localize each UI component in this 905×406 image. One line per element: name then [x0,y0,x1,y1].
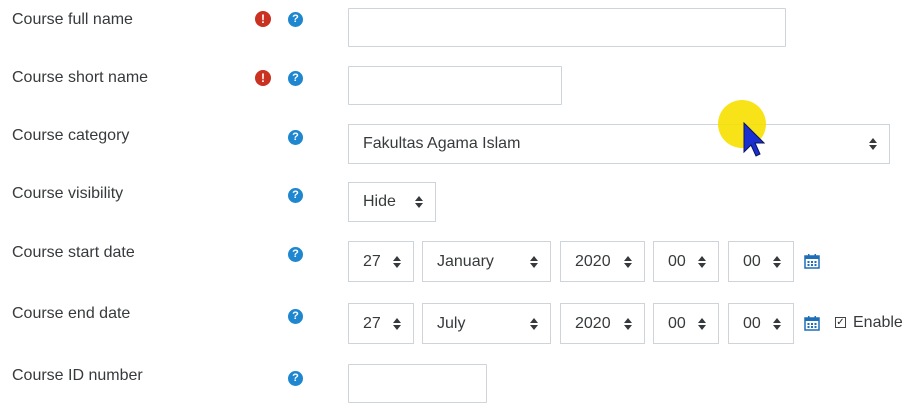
end-month-select[interactable]: July [422,303,551,344]
course-visibility-label: Course visibility [12,185,124,202]
start-hour-select[interactable]: 00 [653,241,719,282]
course-settings-form: Course full name ! ? Course short name !… [0,0,905,406]
end-month-value: July [437,314,466,332]
course-start-date-label: Course start date [12,244,135,261]
end-hour-select[interactable]: 00 [653,303,719,344]
help-icon[interactable]: ? [288,71,303,86]
end-date-enable-label: Enable [853,314,903,331]
start-hour-value: 00 [668,252,686,270]
course-category-select[interactable]: Fakultas Agama Islam [348,124,890,164]
end-minute-select[interactable]: 00 [728,303,794,344]
course-visibility-value: Hide [363,193,396,210]
sort-caret-icon [624,317,632,330]
mouse-pointer-icon [743,122,765,157]
required-icon: ! [255,70,271,86]
start-minute-select[interactable]: 00 [728,241,794,282]
end-year-select[interactable]: 2020 [560,303,645,344]
help-icon[interactable]: ? [288,247,303,262]
sort-caret-icon [773,255,781,268]
sort-caret-icon [530,255,538,268]
end-hour-value: 00 [668,314,686,332]
sort-caret-icon [393,255,401,268]
course-visibility-select[interactable]: Hide [348,182,436,222]
help-icon[interactable]: ? [288,130,303,145]
course-short-name-label: Course short name [12,69,149,86]
start-year-select[interactable]: 2020 [560,241,645,282]
course-id-number-input[interactable] [348,364,487,403]
end-year-value: 2020 [575,314,611,332]
end-minute-value: 00 [743,314,761,332]
help-icon[interactable]: ? [288,188,303,203]
calendar-icon[interactable] [804,315,820,331]
calendar-icon[interactable] [804,253,820,269]
course-category-label: Course category [12,127,130,144]
end-date-enable-checkbox[interactable]: ✓ [835,317,846,328]
course-category-value: Fakultas Agama Islam [363,135,521,152]
course-full-name-label: Course full name [12,11,133,28]
course-end-date-label: Course end date [12,305,131,322]
sort-caret-icon [624,255,632,268]
help-icon[interactable]: ? [288,371,303,386]
sort-caret-icon [415,196,423,208]
sort-caret-icon [698,255,706,268]
start-minute-value: 00 [743,252,761,270]
sort-caret-icon [698,317,706,330]
start-month-select[interactable]: January [422,241,551,282]
start-month-value: January [437,252,494,270]
sort-caret-icon [869,138,877,150]
sort-caret-icon [393,317,401,330]
end-day-select[interactable]: 27 [348,303,414,344]
help-icon[interactable]: ? [288,309,303,324]
end-day-value: 27 [363,314,381,332]
start-day-value: 27 [363,252,381,270]
start-day-select[interactable]: 27 [348,241,414,282]
course-id-number-label: Course ID number [12,367,143,384]
course-short-name-input[interactable] [348,66,562,105]
sort-caret-icon [773,317,781,330]
course-full-name-input[interactable] [348,8,786,47]
help-icon[interactable]: ? [288,12,303,27]
required-icon: ! [255,11,271,27]
sort-caret-icon [530,317,538,330]
start-year-value: 2020 [575,252,611,270]
